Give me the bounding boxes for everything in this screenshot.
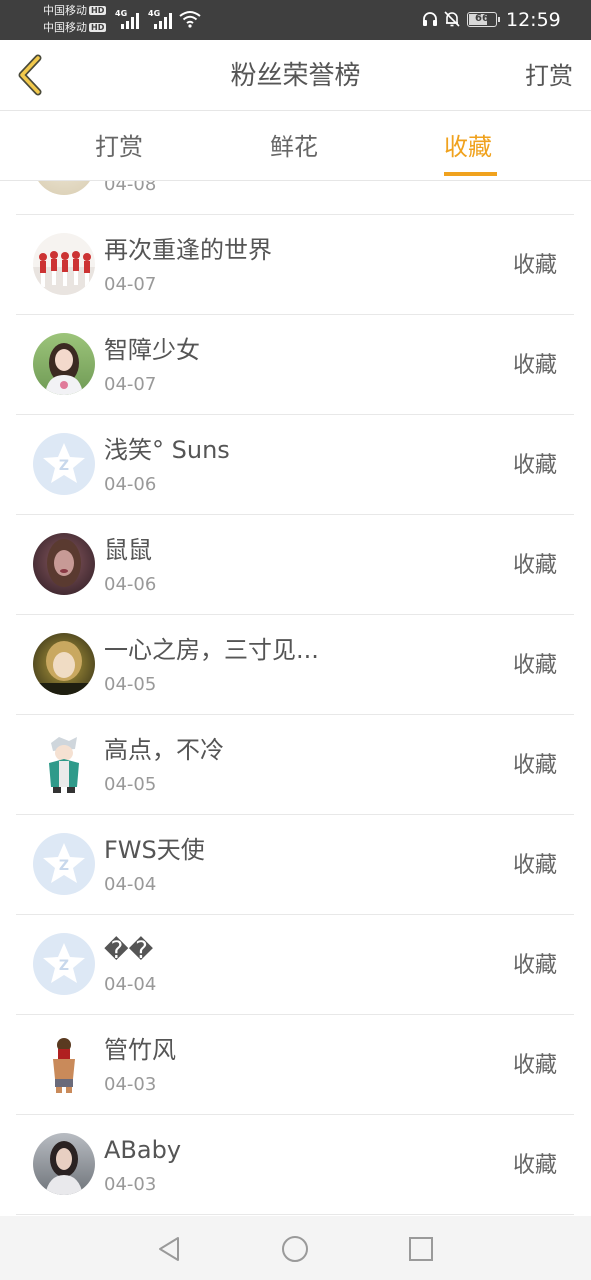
- item-name: 智障少女: [104, 336, 200, 364]
- item-status: 收藏: [512, 653, 557, 678]
- reward-button[interactable]: 打赏: [525, 60, 573, 92]
- item-date: 04-03: [104, 1174, 157, 1195]
- item-name: 浅笑° Suns: [104, 436, 230, 464]
- item-date: 04-03: [104, 1074, 157, 1095]
- item-date: 04-04: [104, 974, 157, 995]
- default-avatar-icon: Z: [33, 433, 95, 495]
- list-item[interactable]: 智障少女 04-07 收藏: [16, 315, 574, 415]
- item-name: 管竹风: [104, 1036, 176, 1064]
- carrier-1: 中国移动 HD: [43, 4, 107, 17]
- avatar: [33, 1133, 95, 1195]
- default-avatar-icon: Z: [33, 933, 95, 995]
- item-name: 高点，不冷: [104, 736, 224, 764]
- item-status: 收藏: [512, 453, 557, 478]
- item-name: 再次重逢的世界: [104, 236, 272, 264]
- item-status: 收藏: [512, 1053, 557, 1078]
- carrier-2: 中国移动 HD: [43, 21, 107, 34]
- wifi-icon: [179, 11, 201, 28]
- list-item[interactable]: 一心之房，三寸见... 04-05 收藏: [16, 615, 574, 715]
- avatar: [33, 233, 95, 295]
- item-date: 04-06: [104, 474, 157, 495]
- item-name: ABaby: [104, 1136, 182, 1164]
- list-item[interactable]: 高点，不冷 04-05 收藏: [16, 715, 574, 815]
- list-item[interactable]: Z 浅笑° Suns 04-06 收藏: [16, 415, 574, 515]
- tab-favorites[interactable]: 收藏: [444, 131, 492, 163]
- item-status: 收藏: [512, 953, 557, 978]
- avatar: [33, 733, 95, 795]
- item-status: 收藏: [512, 1153, 557, 1178]
- tab-reward[interactable]: 打赏: [95, 131, 143, 163]
- battery-icon: 66: [467, 12, 500, 27]
- svg-text:Z: Z: [59, 858, 69, 874]
- item-status: 收藏: [512, 853, 557, 878]
- page-title: 粉丝荣誉榜: [230, 61, 361, 91]
- item-status: 收藏: [512, 553, 557, 578]
- bell-off-icon: [444, 11, 460, 27]
- default-avatar-icon: Z: [33, 833, 95, 895]
- avatar: [33, 333, 95, 395]
- tab-flowers[interactable]: 鲜花: [270, 131, 318, 163]
- item-name: 一心之房，三寸见...: [104, 636, 319, 664]
- avatar: [33, 533, 95, 595]
- list-item[interactable]: 再次重逢的世界 04-07 收藏: [16, 215, 574, 315]
- avatar: [33, 181, 95, 195]
- list-item[interactable]: 鼠鼠 04-06 收藏: [16, 515, 574, 615]
- header: 粉丝荣誉榜 打赏: [0, 40, 591, 111]
- system-nav-bar: [0, 1216, 591, 1280]
- item-date: 04-05: [104, 774, 157, 795]
- svg-text:Z: Z: [59, 458, 69, 474]
- avatar: [33, 1033, 95, 1095]
- item-date: 04-08: [104, 181, 157, 195]
- back-triangle-icon[interactable]: [154, 1234, 184, 1264]
- item-date: 04-05: [104, 674, 157, 695]
- status-bar: 中国移动 HD 中国移动 HD 4G 4G 66 12:59: [0, 0, 591, 40]
- item-status: 收藏: [512, 353, 557, 378]
- item-name: ��: [104, 936, 154, 964]
- home-circle-icon[interactable]: [280, 1234, 310, 1264]
- item-status: 收藏: [512, 253, 557, 278]
- item-date: 04-06: [104, 574, 157, 595]
- avatar: [33, 633, 95, 695]
- svg-text:Z: Z: [59, 958, 69, 974]
- item-name: 鼠鼠: [104, 536, 152, 564]
- item-date: 04-07: [104, 374, 157, 395]
- recents-square-icon[interactable]: [406, 1234, 436, 1264]
- list-item[interactable]: 管竹风 04-03 收藏: [16, 1015, 574, 1115]
- list-item[interactable]: 04-08: [16, 181, 574, 215]
- item-date: 04-07: [104, 274, 157, 295]
- item-date: 04-04: [104, 874, 157, 895]
- headset-icon: [423, 12, 437, 26]
- fan-list[interactable]: 04-08 再次重逢的世界 04-07 收藏 智障少女 04-07 收藏 Z 浅…: [0, 181, 591, 1216]
- item-status: 收藏: [512, 753, 557, 778]
- tab-indicator: [444, 172, 497, 176]
- clock: 12:59: [506, 9, 561, 31]
- tab-bar: 打赏 鲜花 收藏: [0, 111, 591, 181]
- list-item[interactable]: Z FWS天使 04-04 收藏: [16, 815, 574, 915]
- item-name: FWS天使: [104, 836, 205, 864]
- list-item[interactable]: Z �� 04-04 收藏: [16, 915, 574, 1015]
- list-item[interactable]: ABaby 04-03 收藏: [16, 1115, 574, 1215]
